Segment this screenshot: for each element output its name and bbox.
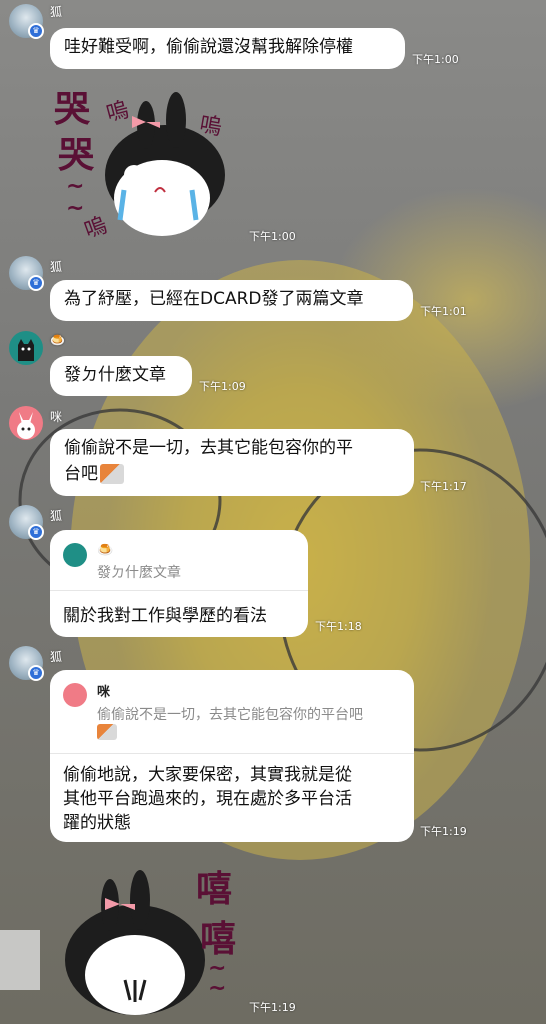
admin-crown-icon: ♛ [28, 275, 44, 291]
avatar [63, 683, 87, 707]
sender-name: 狐 [50, 260, 63, 274]
message-time: 下午1:19 [249, 1001, 296, 1014]
sticker-text: 嘻 [200, 919, 237, 960]
message-time: 下午1:00 [412, 53, 459, 66]
admin-crown-icon: ♛ [28, 23, 44, 39]
message-text: 台吧 [64, 461, 400, 487]
divider [50, 753, 414, 754]
message-bubble[interactable]: 為了紓壓，已經在DCARD發了兩篇文章 [50, 280, 413, 321]
sender-name: 狐 [50, 509, 63, 523]
giggling-bunny-sticker[interactable]: 嘻 嘻 ~ ~ [50, 850, 246, 1020]
crying-bunny-sticker[interactable]: 哭 哭 ~ ~ 嗚 嗚 嗚 [50, 80, 246, 245]
sender-name: 🍮 [50, 333, 65, 347]
message-time: 下午1:18 [315, 620, 362, 633]
reply-quote-text: 偷偷說不是一切，去其它能包容你的平台吧 [97, 707, 363, 723]
sender-name: 狐 [50, 650, 63, 664]
message-bubble[interactable]: 偷偷說不是一切，去其它能包容你的平 台吧 [50, 429, 414, 496]
reply-message-bubble[interactable]: 咪 偷偷說不是一切，去其它能包容你的平台吧 偷偷地說，大家要保密，其實我就是從 … [50, 670, 414, 842]
message-bubble[interactable]: 發ㄉ什麼文章 [50, 356, 192, 396]
divider [50, 590, 308, 591]
fox-computer-emoji-icon [97, 724, 117, 740]
avatar[interactable] [9, 331, 43, 365]
fox-computer-emoji-icon [100, 464, 124, 484]
reply-quote-text: 發ㄉ什麼文章 [97, 565, 181, 581]
avatar[interactable] [9, 406, 43, 440]
message-time: 下午1:17 [420, 480, 467, 493]
admin-crown-icon: ♛ [28, 665, 44, 681]
message-time: 下午1:01 [420, 305, 467, 318]
message-text: 偷偷地說，大家要保密，其實我就是從 [63, 765, 352, 785]
sender-name: 狐 [50, 5, 63, 19]
sticker-text: 嘻 [196, 869, 233, 910]
message-text: 關於我對工作與學歷的看法 [63, 606, 267, 626]
reply-message-bubble[interactable]: 🍮 發ㄉ什麼文章 關於我對工作與學歷的看法 [50, 530, 308, 637]
message-text: 台吧 [64, 464, 98, 484]
message-text: 偷偷說不是一切，去其它能包容你的平 [64, 438, 353, 458]
sticker-text: ~ [208, 976, 227, 1001]
message-time: 下午1:19 [420, 825, 467, 838]
message-time: 下午1:09 [199, 380, 246, 393]
message-text: 躍的狀態 [63, 813, 131, 833]
message-time: 下午1:00 [249, 230, 296, 243]
message-text: 其他平台跑過來的，現在處於多平台活 [63, 789, 352, 809]
sticker-text: 哭 [58, 135, 95, 176]
message-bubble[interactable]: 哇好難受啊，偷偷說還沒幫我解除停權 [50, 28, 405, 69]
avatar [63, 543, 87, 567]
admin-crown-icon: ♛ [28, 524, 44, 540]
sender-name: 咪 [50, 410, 63, 424]
sticker-text: 哭 [54, 89, 91, 130]
